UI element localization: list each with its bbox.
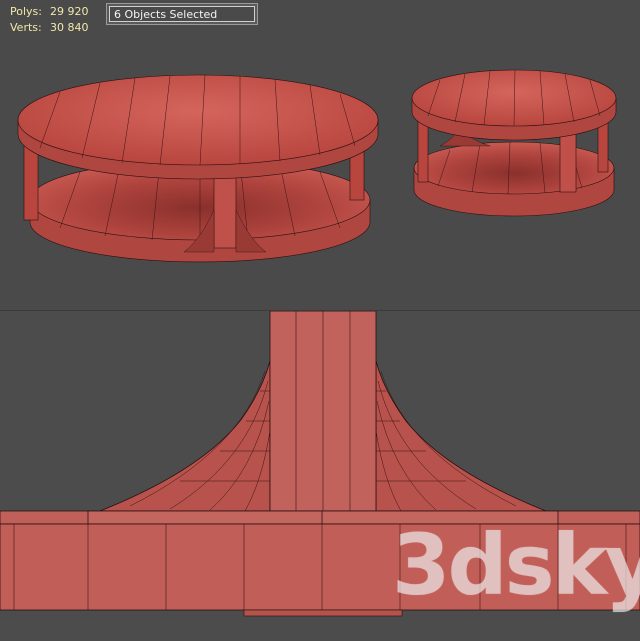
watermark-logo: 3dsky (392, 516, 640, 614)
viewport-statistics: Polys: 29 920 Verts: 30 840 (10, 4, 89, 36)
verts-label: Verts: (10, 21, 42, 34)
viewport-perspective[interactable]: Polys: 29 920 Verts: 30 840 6 Objects Se… (0, 0, 640, 310)
verts-value: 30 840 (50, 21, 89, 34)
selection-status-field[interactable]: 6 Objects Selected (106, 3, 258, 25)
selection-status-text: 6 Objects Selected (109, 6, 255, 22)
polys-value: 29 920 (50, 5, 89, 18)
polys-label: Polys: (10, 5, 42, 18)
small-round-table[interactable] (411, 69, 617, 217)
large-round-table[interactable] (17, 74, 379, 263)
perspective-scene (17, 69, 617, 263)
